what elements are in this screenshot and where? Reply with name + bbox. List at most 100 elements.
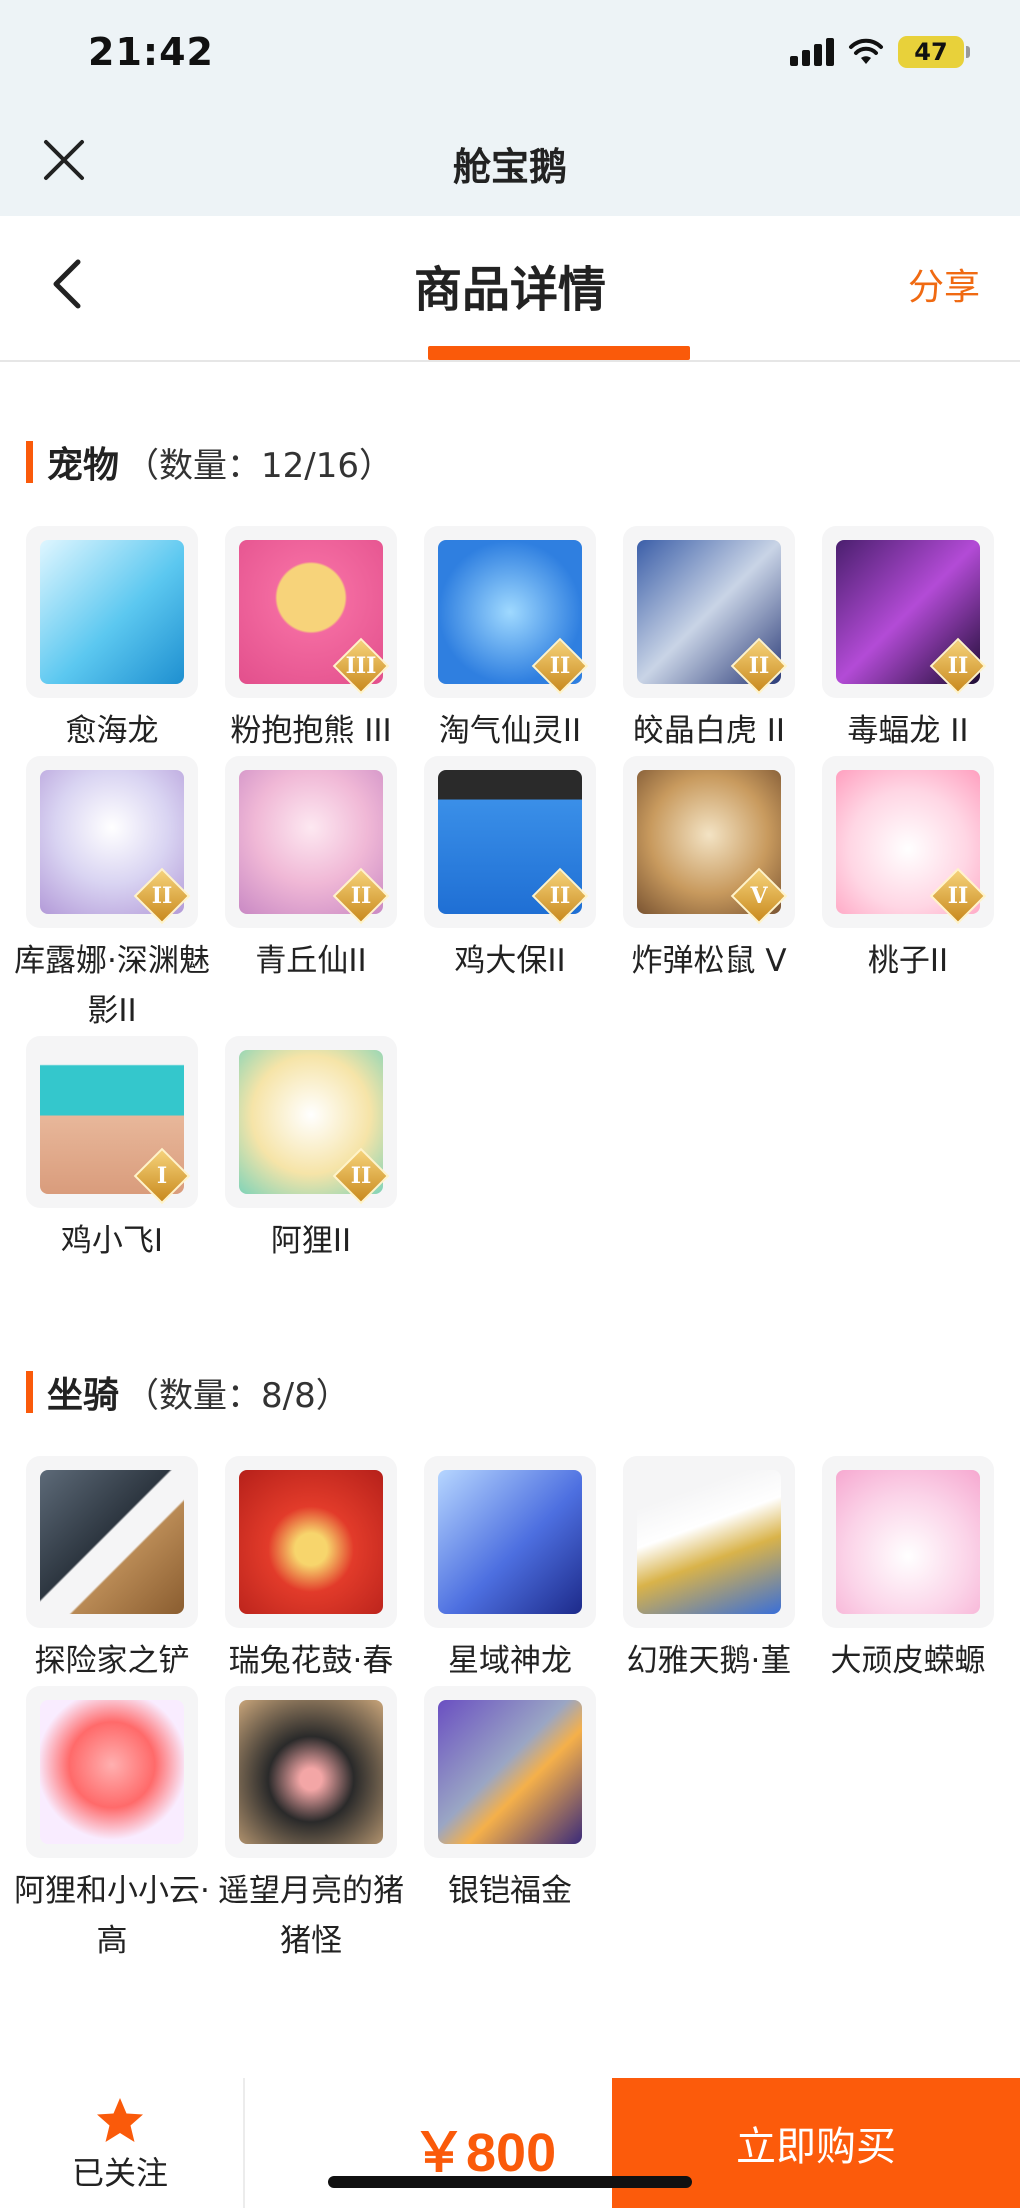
grid-item[interactable]: II 青丘仙II <box>225 756 397 1036</box>
grade-label: II <box>350 1163 372 1189</box>
grade-label: II <box>151 883 173 909</box>
app-title: 舱宝鹅 <box>452 145 567 189</box>
item-thumbnail: II <box>822 526 994 698</box>
grade-label: II <box>947 883 969 909</box>
star-icon <box>97 2098 143 2142</box>
item-name: 鸡大保II <box>454 943 566 979</box>
status-time: 21:42 <box>88 30 214 74</box>
grid-item[interactable]: II 桃子II <box>822 756 994 1036</box>
section-accent-bar <box>26 1371 33 1413</box>
grid-item[interactable]: III 粉抱抱熊 III <box>225 526 397 756</box>
item-thumbnail: III <box>225 526 397 698</box>
grid-item[interactable]: I 鸡小飞I <box>26 1036 198 1266</box>
mounts-grid: 探险家之铲 瑞兔花鼓·春 星域神龙 幻雅天鹅·堇 大顽皮蝾螈阿狸和小小云·高 遥望月亮的猪… <box>14 1456 1006 1966</box>
section-count: （数量：8/8） <box>125 1375 350 1416</box>
item-thumbnail: I <box>26 1036 198 1208</box>
item-name: 阿狸和小小云·高 <box>14 1873 210 1959</box>
section-title: 宠物 <box>47 445 120 486</box>
mounts-section-header: 坐骑 （数量：8/8） <box>26 1366 350 1418</box>
page-header: 商品详情 分享 <box>0 216 1020 362</box>
item-thumbnail <box>225 1456 397 1628</box>
item-thumbnail: II <box>424 526 596 698</box>
item-name: 幻雅天鹅·堇 <box>626 1643 792 1679</box>
drum-art <box>239 1470 383 1614</box>
star-dragon-art <box>438 1470 582 1614</box>
page-title: 商品详情 <box>413 262 606 318</box>
item-thumbnail <box>26 1686 198 1858</box>
battery-indicator: 47 <box>898 36 970 68</box>
item-thumbnail: II <box>225 756 397 928</box>
status-icons: 47 <box>790 36 970 68</box>
home-indicator <box>328 2176 692 2188</box>
wifi-icon <box>848 38 884 66</box>
signal-icon <box>790 38 834 66</box>
item-name: 银铠福金 <box>448 1873 572 1909</box>
shovel-art <box>40 1470 184 1614</box>
item-name: 瑞兔花鼓·春 <box>228 1643 394 1679</box>
item-thumbnail <box>225 1686 397 1858</box>
swan-art <box>637 1470 781 1614</box>
item-thumbnail <box>623 1456 795 1628</box>
grid-item[interactable]: 星域神龙 <box>424 1456 596 1686</box>
grid-item[interactable]: 幻雅天鹅·堇 <box>623 1456 795 1686</box>
item-name: 大顽皮蝾螈 <box>830 1643 986 1679</box>
salamander-art <box>836 1470 980 1614</box>
buy-now-button[interactable]: 立即购买 <box>612 2078 1020 2208</box>
item-name: 毒蝠龙 II <box>847 713 969 749</box>
grid-item[interactable]: 阿狸和小小云·高 <box>14 1686 210 1966</box>
item-name: 桃子II <box>867 943 949 979</box>
grid-item[interactable]: 遥望月亮的猪猪怪 <box>218 1686 404 1966</box>
item-name: 鸡小飞I <box>60 1223 164 1259</box>
grade-label: II <box>947 653 969 679</box>
grade-label: I <box>156 1163 168 1189</box>
item-thumbnail <box>424 1686 596 1858</box>
item-name: 库露娜·深渊魅影II <box>14 943 210 1029</box>
item-name: 粉抱抱熊 III <box>230 713 392 749</box>
item-thumbnail <box>26 526 198 698</box>
grade-label: II <box>350 883 372 909</box>
grade-label: II <box>549 883 571 909</box>
silver-armor-art <box>438 1700 582 1844</box>
item-thumbnail <box>822 1456 994 1628</box>
share-button[interactable]: 分享 <box>908 258 980 310</box>
follow-label: 已关注 <box>71 2154 168 2192</box>
pets-section-header: 宠物 （数量：12/16） <box>26 436 393 488</box>
item-name: 星域神龙 <box>448 1643 572 1679</box>
item-name: 皎晶白虎 II <box>632 713 786 749</box>
grid-item[interactable]: V 炸弹松鼠 V <box>623 756 795 1036</box>
grade-label: II <box>549 653 571 679</box>
grid-item[interactable]: II 库露娜·深渊魅影II <box>14 756 210 1036</box>
item-name: 淘气仙灵II <box>438 713 582 749</box>
item-thumbnail: II <box>822 756 994 928</box>
follow-button[interactable]: 已关注 <box>40 2096 200 2194</box>
grid-item[interactable]: 银铠福金 <box>424 1686 596 1966</box>
dragon-art <box>40 540 184 684</box>
ali-cloud-art <box>40 1700 184 1844</box>
item-name: 探险家之铲 <box>34 1643 190 1679</box>
divider <box>243 2078 245 2208</box>
item-name: 愈海龙 <box>65 713 159 749</box>
grid-item[interactable]: 愈海龙 <box>26 526 198 756</box>
top-area: 21:42 47 舱宝鹅 <box>0 0 1020 216</box>
section-title: 坐骑 <box>47 1375 120 1416</box>
section-accent-bar <box>26 441 33 483</box>
grade-label: V <box>750 883 768 909</box>
grid-item[interactable]: II 皎晶白虎 II <box>623 526 795 756</box>
section-count: （数量：12/16） <box>125 445 393 486</box>
item-thumbnail: II <box>225 1036 397 1208</box>
grid-item[interactable]: II 阿狸II <box>225 1036 397 1266</box>
grid-item[interactable]: II 淘气仙灵II <box>424 526 596 756</box>
bottom-bar: 已关注 ￥800 立即购买 <box>0 2078 1020 2208</box>
grade-label: II <box>748 653 770 679</box>
grid-item[interactable]: 大顽皮蝾螈 <box>822 1456 994 1686</box>
item-name: 青丘仙II <box>255 943 367 979</box>
grid-item[interactable]: 瑞兔花鼓·春 <box>225 1456 397 1686</box>
item-name: 炸弹松鼠 V <box>631 943 787 979</box>
tab-indicator <box>428 346 690 360</box>
grid-item[interactable]: 探险家之铲 <box>26 1456 198 1686</box>
item-thumbnail <box>26 1456 198 1628</box>
grid-item[interactable]: II 鸡大保II <box>424 756 596 1036</box>
item-name: 阿狸II <box>270 1223 352 1259</box>
grid-item[interactable]: II 毒蝠龙 II <box>822 526 994 756</box>
pig-art <box>239 1700 383 1844</box>
